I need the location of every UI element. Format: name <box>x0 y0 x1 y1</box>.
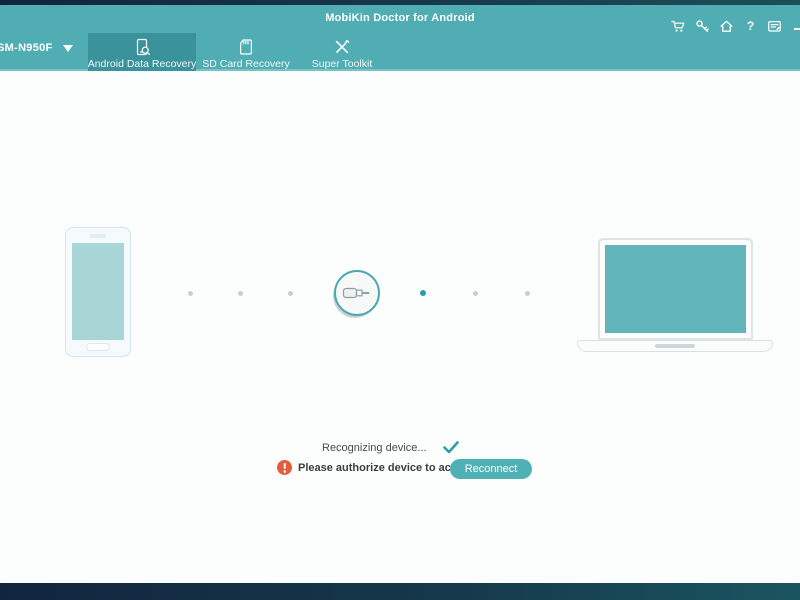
phone-home-button <box>86 343 110 351</box>
tab-label: Super Toolkit <box>311 58 373 70</box>
status-row-recognizing: Recognizing device... <box>322 441 459 454</box>
connection-dot <box>288 291 293 296</box>
minimize-icon[interactable] <box>791 19 800 34</box>
sd-card-icon <box>237 38 255 56</box>
main-content: Recognizing device... Please authorize d… <box>0 71 800 583</box>
warning-exclamation-bar <box>283 463 286 469</box>
app-header: MobiKin Doctor for Android ? SM-N950F An… <box>0 5 800 76</box>
tab-label: Android Data Recovery <box>87 58 197 70</box>
warning-exclamation-dot <box>283 470 286 473</box>
usb-connector-badge <box>334 270 380 316</box>
tab-android-data-recovery[interactable]: Android Data Recovery <box>88 33 196 76</box>
tab-sd-card-recovery[interactable]: SD Card Recovery <box>196 33 296 76</box>
dropdown-arrow-icon <box>62 44 73 52</box>
laptop-display <box>605 245 746 333</box>
home-icon[interactable] <box>719 19 734 34</box>
reconnect-label: Reconnect <box>464 463 518 475</box>
connection-dot <box>473 291 478 296</box>
laptop-notch <box>655 344 695 348</box>
help-glyph: ? <box>746 19 755 33</box>
app-window: MobiKin Doctor for Android ? SM-N950F An… <box>0 0 800 600</box>
feedback-icon[interactable] <box>767 19 782 34</box>
reconnect-button[interactable]: Reconnect <box>450 459 532 479</box>
laptop-base <box>577 340 773 352</box>
device-model-label: SM-N950F <box>0 42 53 54</box>
usb-plug-icon <box>342 287 370 299</box>
connection-dot <box>188 291 193 296</box>
connection-dot <box>525 291 530 296</box>
phone-speaker <box>90 234 106 238</box>
tab-super-toolkit[interactable]: Super Toolkit <box>296 33 388 76</box>
phone-screen <box>72 243 124 340</box>
phone-search-icon <box>133 38 152 56</box>
laptop-illustration <box>598 238 753 340</box>
minimize-dash <box>793 27 800 30</box>
device-selector[interactable]: SM-N950F <box>0 42 73 54</box>
help-icon[interactable]: ? <box>743 19 758 34</box>
recognizing-text: Recognizing device... <box>322 441 427 454</box>
warning-icon <box>277 460 292 475</box>
tab-bar: Android Data Recovery SD Card Recovery S… <box>88 33 388 76</box>
cart-icon[interactable] <box>671 19 686 34</box>
key-icon[interactable] <box>695 19 710 34</box>
connection-dot <box>238 291 243 296</box>
titlebar-icon-group: ? <box>671 19 800 34</box>
check-icon <box>442 441 459 454</box>
phone-illustration <box>65 227 131 357</box>
toolkit-icon <box>333 38 351 56</box>
window-bottom-bar <box>0 583 800 600</box>
tab-label: SD Card Recovery <box>202 58 290 70</box>
connection-dot-active <box>420 290 426 296</box>
